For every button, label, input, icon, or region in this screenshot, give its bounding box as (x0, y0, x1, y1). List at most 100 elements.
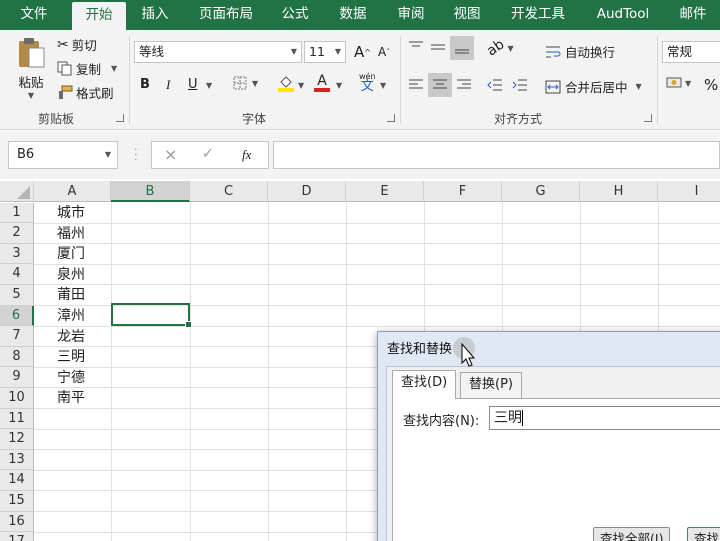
cell-a6[interactable]: 漳州 (35, 306, 111, 326)
tab-mailings[interactable]: 邮件 (670, 0, 716, 30)
tab-find[interactable]: 查找(D) (392, 370, 457, 399)
merge-center-button[interactable]: 合并后居中 ▼ (545, 77, 642, 96)
formula-input[interactable] (273, 141, 720, 169)
tab-formulas[interactable]: 公式 (272, 0, 318, 30)
decrease-indent-button[interactable] (487, 78, 503, 92)
insert-function-icon[interactable]: fx (242, 147, 251, 163)
column-header-d[interactable]: D (268, 181, 346, 202)
tab-audtool[interactable]: AudTool (584, 0, 662, 30)
tab-review[interactable]: 审阅 (388, 0, 434, 30)
underline-dropdown-icon[interactable]: ▼ (206, 81, 212, 90)
copy-dropdown-icon[interactable]: ▼ (111, 64, 117, 73)
cut-button[interactable]: ✂ 剪切 (57, 35, 97, 54)
align-bottom-button[interactable] (450, 36, 474, 60)
font-launcher-icon[interactable] (387, 114, 395, 122)
fill-color-button[interactable] (278, 74, 294, 92)
cell-a7[interactable]: 龙岩 (35, 327, 111, 347)
align-center-button[interactable] (428, 73, 452, 97)
align-middle-button[interactable] (430, 40, 446, 54)
phonetic-dropdown-icon[interactable]: ▼ (380, 81, 386, 90)
cell-a1[interactable]: 城市 (35, 203, 111, 223)
tab-page-layout[interactable]: 页面布局 (188, 0, 264, 30)
row-header[interactable]: 17 (0, 532, 34, 541)
column-header-f[interactable]: F (424, 181, 502, 202)
accounting-format-button[interactable]: ▼ (666, 76, 691, 90)
cell-a2[interactable]: 福州 (35, 224, 111, 244)
row-header[interactable]: 12 (0, 429, 34, 450)
column-header-b[interactable]: B (111, 181, 190, 202)
bold-button[interactable]: B (140, 77, 150, 92)
percent-button[interactable]: % (704, 76, 718, 94)
column-header-g[interactable]: G (502, 181, 580, 202)
wrap-text-button[interactable]: 自动换行 (545, 42, 615, 61)
row-header[interactable]: 16 (0, 511, 34, 533)
row-header[interactable]: 2 (0, 223, 34, 244)
font-color-button[interactable]: A (314, 74, 330, 92)
row-header[interactable]: 10 (0, 388, 34, 409)
chevron-down-icon[interactable]: ▼ (636, 82, 642, 91)
borders-button[interactable]: ▼ (233, 76, 258, 90)
row-header[interactable]: 13 (0, 449, 34, 471)
decrease-font-size-button[interactable]: Aˇ (378, 45, 390, 59)
align-left-button[interactable] (408, 78, 424, 92)
row-header[interactable]: 11 (0, 408, 34, 430)
cell-a9[interactable]: 宁德 (35, 368, 111, 388)
tab-insert[interactable]: 插入 (132, 0, 178, 30)
splitter-dots-icon[interactable]: · · · (134, 144, 138, 165)
row-header[interactable]: 7 (0, 326, 34, 347)
row-header[interactable]: 5 (0, 285, 34, 306)
cell-a8[interactable]: 三明 (35, 347, 111, 367)
tab-replace[interactable]: 替换(P) (460, 372, 522, 398)
tab-file[interactable]: 文件 (8, 0, 60, 30)
alignment-launcher-icon[interactable] (644, 114, 652, 122)
tab-view[interactable]: 视图 (444, 0, 490, 30)
font-name-select[interactable]: 等线 ▼ (134, 41, 302, 63)
cell-a5[interactable]: 莆田 (35, 285, 111, 305)
cancel-icon[interactable]: × (164, 145, 177, 164)
copy-button[interactable]: 复制 ▼ (57, 59, 117, 78)
find-next-button[interactable]: 查找 (687, 527, 720, 541)
phonetic-button[interactable]: wén 文 (359, 72, 376, 93)
column-header-i[interactable]: I (658, 181, 720, 202)
increase-font-size-button[interactable]: A ^ (354, 43, 371, 61)
paste-dropdown-arrow-icon[interactable]: ▼ (28, 91, 34, 100)
row-header[interactable]: 14 (0, 470, 34, 491)
orientation-button[interactable]: ab ▼ (484, 36, 514, 59)
row-header[interactable]: 15 (0, 491, 34, 512)
column-header-h[interactable]: H (580, 181, 658, 202)
tab-home[interactable]: 开始 (72, 2, 126, 30)
align-top-button[interactable] (408, 40, 424, 54)
format-painter-button[interactable]: 格式刷 (57, 83, 114, 102)
cell-a10[interactable]: 南平 (35, 388, 111, 408)
selected-cell-b6[interactable] (111, 303, 192, 328)
row-header[interactable]: 9 (0, 367, 34, 388)
cell-a4[interactable]: 泉州 (35, 265, 111, 285)
name-box[interactable]: B6 ▼ (8, 141, 118, 169)
dialog-title[interactable]: 查找和替换 (387, 338, 452, 357)
enter-icon[interactable]: ✓ (202, 146, 214, 162)
underline-button[interactable]: U (188, 77, 198, 92)
column-header-a[interactable]: A (34, 181, 111, 202)
column-header-c[interactable]: C (190, 181, 268, 202)
row-header[interactable]: 1 (0, 202, 34, 224)
tab-data[interactable]: 数据 (330, 0, 376, 30)
column-header-e[interactable]: E (346, 181, 424, 202)
find-all-button[interactable]: 查找全部(I) (593, 527, 671, 541)
increase-indent-button[interactable] (512, 78, 528, 92)
italic-button[interactable]: I (166, 77, 170, 93)
number-format-select[interactable]: 常规 (662, 41, 720, 63)
tab-developer[interactable]: 开发工具 (504, 0, 572, 30)
row-header[interactable]: 4 (0, 264, 34, 285)
row-header[interactable]: 6 (0, 305, 34, 327)
font-size-select[interactable]: 11 ▼ (304, 41, 346, 63)
row-header[interactable]: 8 (0, 346, 34, 368)
row-header[interactable]: 3 (0, 243, 34, 265)
cell-a3[interactable]: 厦门 (35, 244, 111, 264)
fill-color-dropdown-icon[interactable]: ▼ (298, 81, 304, 90)
clipboard-launcher-icon[interactable] (116, 114, 124, 122)
find-what-input[interactable]: 三明 (489, 406, 720, 430)
align-right-button[interactable] (456, 78, 472, 92)
select-all-corner[interactable] (0, 181, 34, 202)
font-color-dropdown-icon[interactable]: ▼ (336, 81, 342, 90)
paste-button[interactable]: 粘贴 ▼ (12, 36, 50, 100)
